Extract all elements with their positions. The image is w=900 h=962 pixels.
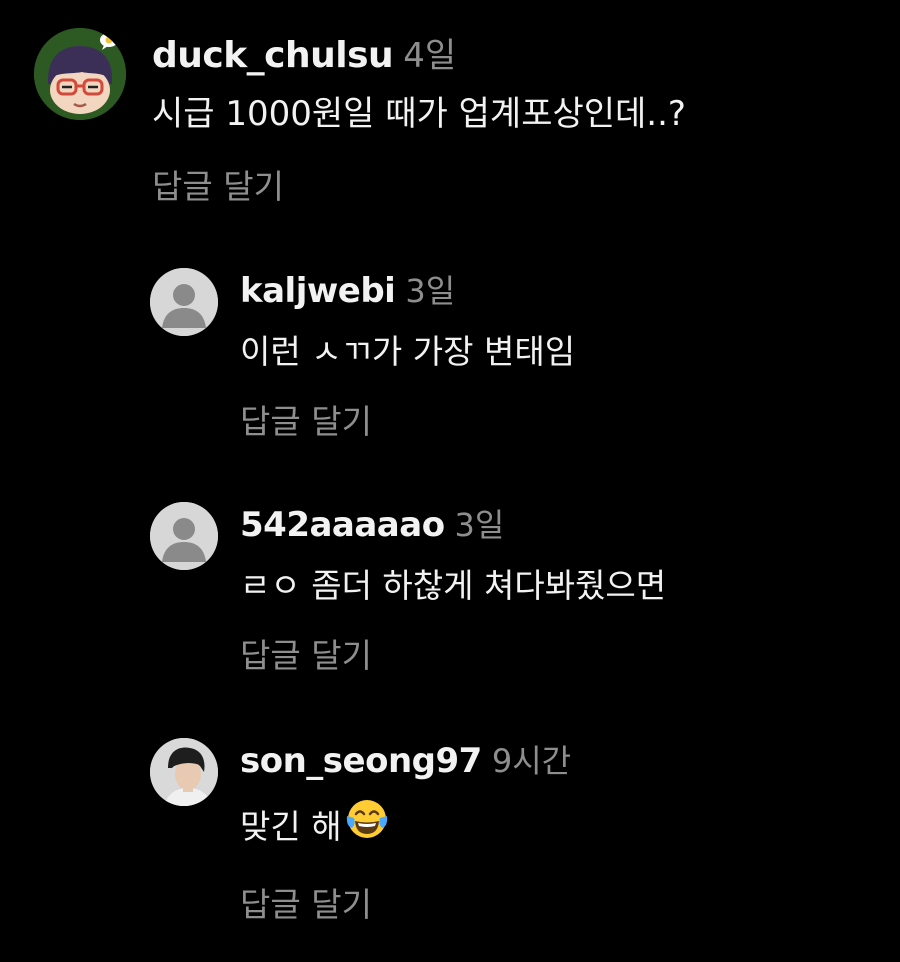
avatar[interactable] [150,738,218,806]
reply-comment-item: kaljwebi 3일 이런 ㅅㄲ가 가장 변태임 답글 달기 [150,266,575,442]
reply-button[interactable]: 답글 달기 [240,636,666,676]
comment-username[interactable]: son_seong97 [240,741,482,781]
default-user-icon [150,502,218,570]
reply-button[interactable]: 답글 달기 [240,885,571,925]
default-user-icon [150,268,218,336]
reply-button[interactable]: 답글 달기 [152,167,686,207]
comment-username[interactable]: kaljwebi [240,271,396,311]
comment-text: ㄹㅇ 좀더 하찮게 쳐다봐줬으면 [240,566,667,605]
comment-text: 시급 1000원일 때가 업계포상인데..? [152,94,686,134]
comment-text-row: 맞긴 해 [240,800,571,857]
avatar[interactable] [150,502,218,570]
profile-photo-icon [150,738,218,806]
chat-bubble-badge-icon [100,33,118,50]
reply-comment-item: 542aaaaao 3일 ㄹㅇ 좀더 하찮게 쳐다봐줬으면 답글 달기 [150,500,666,676]
comment-username[interactable]: 542aaaaao [240,505,445,545]
comment-timestamp: 4일 [403,36,457,76]
avatar[interactable] [34,28,126,120]
comment-username[interactable]: duck_chulsu [152,36,394,76]
face-with-tears-of-joy-icon [344,796,390,853]
comment-text: 맞긴 해 [240,807,342,846]
comment-timestamp: 3일 [454,506,505,544]
comment-item: duck_chulsu 4일 시급 1000원일 때가 업계포상인데..? 답글… [34,28,686,207]
reply-comment-item: son_seong97 9시간 맞긴 해 답글 달기 [150,736,571,925]
comment-timestamp: 3일 [405,272,456,310]
avatar[interactable] [150,268,218,336]
reply-button[interactable]: 답글 달기 [240,402,575,442]
comment-text: 이런 ㅅㄲ가 가장 변태임 [240,332,576,371]
comment-timestamp: 9시간 [491,742,572,780]
